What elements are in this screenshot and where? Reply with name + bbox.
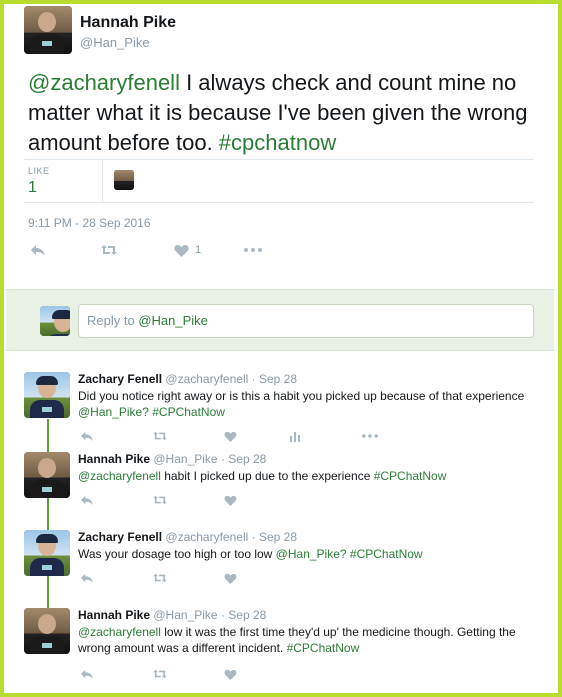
author-handle[interactable]: @Han_Pike <box>153 608 217 622</box>
like-button[interactable] <box>224 573 290 584</box>
reply-icon <box>81 495 93 506</box>
avatar[interactable] <box>24 452 70 498</box>
tweet-text: Was your dosage too high or too low @Han… <box>78 546 548 562</box>
hashtag-link[interactable]: #cpchatnow <box>219 130 336 155</box>
hashtag-link[interactable]: #CPChatNow <box>374 469 447 483</box>
tweet-text: Did you notice right away or is this a h… <box>78 388 548 420</box>
mention-link[interactable]: @Han_Pike <box>276 547 340 561</box>
author-handle[interactable]: @Han_Pike <box>153 452 217 466</box>
author-handle[interactable]: @Han_Pike <box>80 35 150 50</box>
like-button[interactable] <box>224 431 290 442</box>
author-handle[interactable]: @zacharyfenell <box>165 530 248 544</box>
like-count: 1 <box>195 244 202 256</box>
reply-icon <box>31 245 45 256</box>
tweet-text: @zacharyfenell low it was the first time… <box>78 624 548 656</box>
heart-icon <box>224 669 237 680</box>
tweet-text-body: Did you notice right away or is this a h… <box>78 389 525 403</box>
reply-area: Reply to @Han_Pike <box>6 289 554 351</box>
likes-count[interactable]: 1 <box>28 179 37 197</box>
tweet-time[interactable]: · Sep 28 <box>221 452 266 466</box>
author-name[interactable]: Hannah Pike <box>78 452 150 466</box>
tweet-header: Hannah Pike @Han_Pike · Sep 28 <box>78 452 266 466</box>
retweet-button[interactable] <box>152 430 224 442</box>
tweet-header: Hannah Pike @Han_Pike · Sep 28 <box>78 608 266 622</box>
heart-icon <box>174 244 189 257</box>
tweet-text-body: habit I picked up due to the experience <box>160 469 374 483</box>
tweet-text: @zacharyfenell habit I picked up due to … <box>78 468 548 484</box>
thread-connector <box>47 496 49 531</box>
retweet-button[interactable] <box>152 668 224 680</box>
tweet-time[interactable]: · Sep 28 <box>221 608 266 622</box>
reply-button[interactable] <box>80 494 152 506</box>
timestamp[interactable]: 9:11 PM - 28 Sep 2016 <box>28 216 151 230</box>
retweet-icon <box>101 245 117 255</box>
likes-label: LIKE <box>28 166 50 176</box>
like-button[interactable] <box>224 669 290 680</box>
more-button[interactable] <box>362 434 378 438</box>
analytics-icon <box>290 431 300 442</box>
reply-icon <box>81 431 93 442</box>
more-button[interactable] <box>244 248 262 252</box>
heart-icon <box>224 431 237 442</box>
retweet-icon <box>153 495 167 505</box>
hashtag-link[interactable]: ? #CPChatNow <box>340 547 423 561</box>
avatar[interactable] <box>24 530 70 576</box>
author-handle[interactable]: @zacharyfenell <box>165 372 248 386</box>
tweet-text: @zacharyfenell I always check and count … <box>28 68 538 158</box>
author-name[interactable]: Hannah Pike <box>78 608 150 622</box>
avatar[interactable] <box>24 372 70 418</box>
heart-icon <box>224 495 237 506</box>
reply-button[interactable] <box>80 430 152 442</box>
tweet-text-body: Was your dosage too high or too low <box>78 547 276 561</box>
author-name[interactable]: Hannah Pike <box>80 14 176 32</box>
mention-link[interactable]: @zacharyfenell <box>28 70 180 95</box>
analytics-button[interactable] <box>290 431 362 442</box>
tweet-time[interactable]: · Sep 28 <box>252 372 297 386</box>
tweet-actions <box>80 668 290 680</box>
reply-icon <box>81 669 93 680</box>
retweet-button[interactable] <box>100 243 174 257</box>
stats-separator <box>102 160 103 202</box>
like-button[interactable]: 1 <box>174 244 244 257</box>
thread-connector <box>47 574 49 608</box>
divider <box>24 159 534 160</box>
reply-mention: @Han_Pike <box>138 313 208 328</box>
reply-input[interactable]: Reply to @Han_Pike <box>78 304 534 338</box>
divider <box>24 202 534 203</box>
current-user-avatar <box>40 306 70 336</box>
main-tweet-actions: 1 <box>30 243 262 257</box>
tweet-actions <box>80 494 290 506</box>
hashtag-link[interactable]: ? #CPChatNow <box>142 405 225 419</box>
retweet-icon <box>153 669 167 679</box>
avatar[interactable] <box>24 608 70 654</box>
tweet-header: Zachary Fenell @zacharyfenell · Sep 28 <box>78 372 297 386</box>
thread-connector <box>47 419 49 454</box>
more-icon <box>362 434 378 438</box>
retweet-icon <box>153 573 167 583</box>
author-name[interactable]: Zachary Fenell <box>78 530 162 544</box>
hashtag-link[interactable]: #CPChatNow <box>287 641 360 655</box>
mention-link[interactable]: @zacharyfenell <box>78 469 161 483</box>
tweet-actions <box>80 430 378 442</box>
reply-placeholder: Reply to <box>87 313 139 328</box>
retweet-button[interactable] <box>152 572 224 584</box>
liker-avatar[interactable] <box>114 170 134 190</box>
reply-button[interactable] <box>30 243 100 257</box>
avatar[interactable] <box>24 6 72 54</box>
retweet-icon <box>153 431 167 441</box>
tweet-actions <box>80 572 290 584</box>
heart-icon <box>224 573 237 584</box>
like-button[interactable] <box>224 495 290 506</box>
author-name[interactable]: Zachary Fenell <box>78 372 162 386</box>
reply-icon <box>81 573 93 584</box>
more-icon <box>244 248 262 252</box>
retweet-button[interactable] <box>152 494 224 506</box>
reply-button[interactable] <box>80 668 152 680</box>
mention-link[interactable]: @Han_Pike <box>78 405 142 419</box>
tweet-header: Zachary Fenell @zacharyfenell · Sep 28 <box>78 530 297 544</box>
reply-button[interactable] <box>80 572 152 584</box>
tweet-time[interactable]: · Sep 28 <box>252 530 297 544</box>
mention-link[interactable]: @zacharyfenell <box>78 625 161 639</box>
